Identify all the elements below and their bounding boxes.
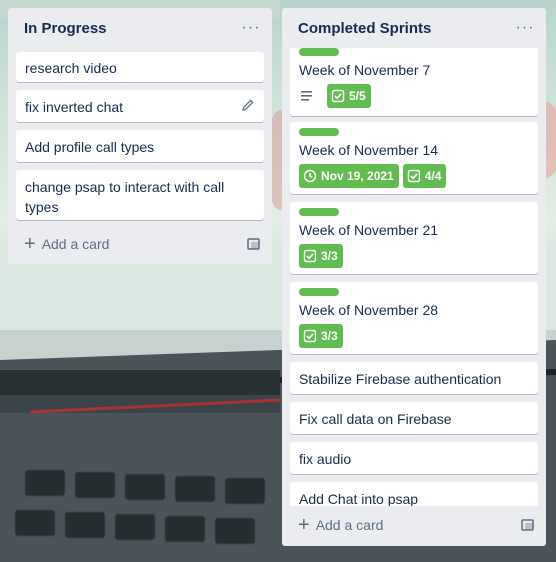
card-week-nov-28[interactable]: Week of November 28 3/3 — [290, 282, 538, 354]
list-title[interactable]: In Progress — [24, 20, 107, 37]
list-title[interactable]: Completed Sprints — [298, 20, 431, 37]
plus-icon: + — [24, 233, 36, 255]
card-stabilize-firebase[interactable]: Stabilize Firebase authentication — [290, 362, 538, 394]
clock-icon — [303, 169, 317, 183]
checklist-count: 3/3 — [321, 329, 338, 343]
due-date: Nov 19, 2021 — [321, 169, 394, 183]
checklist-badge: 3/3 — [299, 244, 343, 268]
add-card-button[interactable]: + Add a card — [16, 230, 264, 258]
list-completed-sprints: Completed Sprints ··· Week of November 7 — [282, 8, 546, 546]
checklist-count: 4/4 — [424, 169, 442, 183]
card-title: Week of November 21 — [299, 222, 439, 238]
card-research-video[interactable]: research video — [16, 52, 264, 82]
checklist-badge: 3/3 — [299, 324, 343, 348]
card-fix-call-data[interactable]: Fix call data on Firebase — [290, 402, 538, 434]
checklist-count: 5/5 — [349, 89, 366, 103]
cards-scroll-area[interactable]: Week of November 7 5/5 Week of November … — [282, 48, 546, 506]
card-title: research video — [25, 60, 117, 76]
card-title: Fix call data on Firebase — [299, 411, 452, 427]
add-card-button[interactable]: + Add a card — [290, 511, 538, 539]
card-title: Add profile call types — [25, 139, 155, 155]
due-date-badge[interactable]: Nov 19, 2021 — [299, 164, 399, 188]
green-label — [299, 288, 339, 296]
card-title: fix audio — [299, 451, 352, 467]
add-card-label: Add a card — [41, 236, 110, 252]
checklist-badge: 5/5 — [327, 84, 371, 108]
card-badges: 3/3 — [299, 324, 529, 348]
card-badges: Nov 19, 2021 4/4 — [299, 164, 529, 188]
card-template-icon[interactable] — [246, 236, 262, 252]
checklist-badge: 4/4 — [402, 164, 447, 188]
card-title: Stabilize Firebase authentication — [299, 371, 502, 387]
card-badges: 5/5 — [299, 84, 529, 108]
card-week-nov-14[interactable]: Week of November 14 Nov 19, 2021 4/4 — [290, 122, 538, 194]
checkbox-icon — [303, 329, 317, 343]
checkbox-icon — [303, 249, 317, 263]
ellipsis-icon[interactable]: ··· — [240, 20, 262, 36]
plus-icon: + — [298, 514, 310, 536]
green-label — [299, 128, 339, 136]
card-badges: 3/3 — [299, 244, 529, 268]
checkbox-icon — [331, 89, 345, 103]
card-add-chat-into-psap[interactable]: Add Chat into psap — [290, 482, 538, 506]
add-card-label: Add a card — [315, 517, 384, 533]
green-label — [299, 208, 339, 216]
card-week-nov-7[interactable]: Week of November 7 5/5 — [290, 48, 538, 116]
card-title: Week of November 14 — [299, 142, 439, 158]
pencil-icon[interactable] — [242, 99, 254, 111]
list-in-progress: In Progress ··· research video fix inver… — [8, 8, 272, 264]
card-title: Add Chat into psap — [299, 491, 419, 506]
list-header: Completed Sprints ··· — [282, 8, 546, 48]
checkbox-icon — [407, 169, 420, 183]
card-title: change psap to interact with call types — [25, 179, 225, 215]
green-label — [299, 48, 339, 56]
card-title: Week of November 28 — [299, 302, 439, 318]
card-template-icon[interactable] — [520, 517, 536, 533]
card-title: Week of November 7 — [299, 62, 431, 78]
card-week-nov-21[interactable]: Week of November 21 3/3 — [290, 202, 538, 274]
description-icon — [301, 91, 312, 101]
card-add-profile-call-types[interactable]: Add profile call types — [16, 130, 264, 162]
ellipsis-icon[interactable]: ··· — [514, 20, 536, 36]
checklist-count: 3/3 — [321, 249, 338, 263]
list-header: In Progress ··· — [8, 8, 272, 48]
card-change-psap[interactable]: change psap to interact with call types — [16, 170, 264, 220]
card-title: fix inverted chat — [25, 99, 124, 115]
card-fix-inverted-chat[interactable]: fix inverted chat — [16, 90, 264, 122]
card-fix-audio[interactable]: fix audio — [290, 442, 538, 474]
